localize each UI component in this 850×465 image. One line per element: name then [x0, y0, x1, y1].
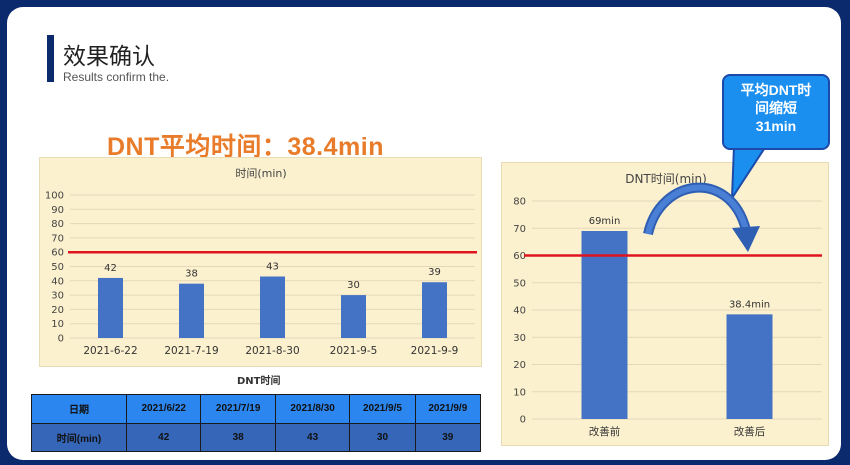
y-tick-label: 10 [513, 387, 526, 398]
y-tick-label: 0 [520, 415, 526, 426]
page-subtitle: Results confirm the. [63, 70, 170, 84]
chart-dnt-by-date: 时间(min) 0 10 20 30 40 50 60 70 80 90 100 42 2021-6-22… [39, 157, 482, 367]
bar [341, 295, 366, 338]
bar [179, 283, 204, 338]
x-tick-label: 2021-6-22 [83, 345, 137, 357]
table-header-cell: 2021/7/19 [200, 394, 276, 424]
data-label: 42 [104, 263, 117, 274]
table-cell: 42 [125, 422, 202, 452]
table-caption: DNT时间 [237, 376, 281, 387]
table-header-cell: 2021/6/22 [125, 394, 202, 424]
title-accent-bar [47, 35, 54, 82]
y-tick-label: 70 [51, 233, 64, 244]
data-label: 30 [347, 280, 360, 291]
callout-line: 31min [755, 118, 797, 134]
table-header-cell: 2021/8/30 [274, 394, 351, 424]
table-cell: 时间(min) [31, 422, 127, 452]
data-label: 39 [428, 267, 441, 278]
y-tick-label: 50 [513, 278, 526, 289]
y-tick-label: 100 [45, 191, 64, 202]
callout-line: 平均DNT时 [740, 82, 812, 98]
chart-dnt-by-date-svg: 时间(min) 0 10 20 30 40 50 60 70 80 90 100 42 2021-6-22… [45, 167, 477, 357]
bar [260, 276, 285, 338]
callout-line: 间缩短 [755, 100, 797, 116]
y-tick-label: 60 [51, 248, 64, 259]
bar [98, 277, 123, 338]
data-label: 38.4min [729, 299, 770, 310]
x-tick-label: 2021-9-5 [330, 345, 378, 357]
data-label: 43 [266, 262, 279, 273]
y-tick-label: 20 [51, 305, 64, 316]
chart-title: 时间(min) [235, 167, 286, 180]
y-tick-label: 30 [513, 333, 526, 344]
page-title: 效果确认 [63, 44, 155, 70]
y-tick-label: 0 [58, 334, 64, 345]
dnt-table: 日期 2021/6/22 2021/7/19 2021/8/30 2021/9/… [31, 394, 482, 452]
x-tick-label: 改善前 [589, 425, 621, 438]
table-row: 时间(min) 42 38 43 30 39 [31, 422, 482, 452]
y-tick-label: 10 [51, 319, 64, 330]
y-tick-label: 80 [51, 219, 64, 230]
x-tick-label: 改善后 [734, 425, 766, 438]
bar [726, 314, 773, 419]
bar [422, 282, 447, 338]
table-cell: 38 [200, 422, 276, 452]
data-label: 69min [589, 216, 621, 227]
x-tick-label: 2021-8-30 [245, 345, 299, 357]
bar [581, 230, 628, 419]
y-tick-label: 20 [513, 360, 526, 371]
data-label: 38 [185, 269, 198, 280]
table-cell: 39 [414, 422, 482, 452]
y-tick-label: 80 [513, 197, 526, 208]
table-header-cell: 2021/9/5 [349, 394, 416, 424]
y-tick-label: 50 [51, 262, 64, 273]
curved-arrow-icon [643, 182, 760, 252]
x-tick-label: 2021-9-9 [411, 345, 459, 357]
table-header-row: 日期 2021/6/22 2021/7/19 2021/8/30 2021/9/… [31, 394, 482, 424]
y-tick-label: 30 [51, 291, 64, 302]
improvement-callout: 平均DNT时 间缩短 31min [722, 74, 830, 150]
y-tick-label: 70 [513, 224, 526, 235]
x-tick-label: 2021-7-19 [164, 345, 218, 357]
y-tick-label: 40 [513, 306, 526, 317]
table-cell: 43 [274, 422, 351, 452]
y-tick-label: 40 [51, 276, 64, 287]
table-header-cell: 日期 [31, 394, 127, 424]
table-header-cell: 2021/9/9 [414, 394, 482, 424]
y-tick-label: 90 [51, 205, 64, 216]
table-cell: 30 [349, 422, 416, 452]
